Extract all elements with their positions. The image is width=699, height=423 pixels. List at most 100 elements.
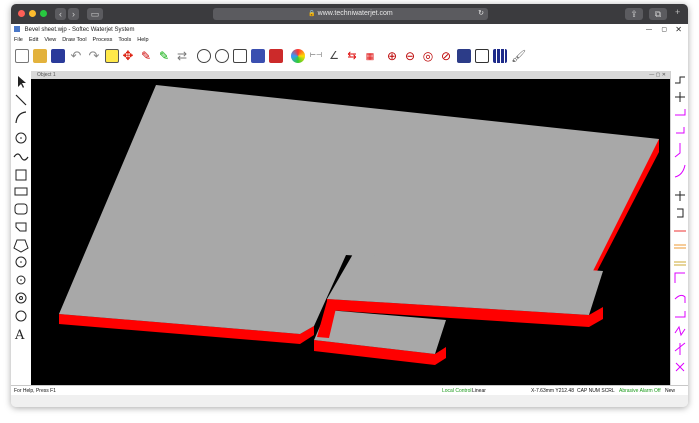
new-tab-icon[interactable]: + <box>675 7 680 17</box>
minimize-button[interactable]: — <box>646 24 652 36</box>
drawing-canvas[interactable]: Object 1 — ▢ ✕ <box>31 71 670 385</box>
main-toolbar: ↶ ↷ ✥ ✎ ✎ ⇄ ⊢⊣ ∠ ⇆ ▦ ⊕ ⊖ ◎ ⊘ 🖌 <box>11 45 688 72</box>
hole-tool-icon[interactable] <box>15 292 27 304</box>
tabs-icon[interactable]: ⧉ <box>649 8 667 20</box>
sidebar-icon[interactable]: ▭ <box>87 8 103 20</box>
redo-icon[interactable]: ↷ <box>87 49 101 63</box>
circle-part-icon[interactable] <box>215 49 229 63</box>
sequence-icon[interactable] <box>677 208 684 218</box>
zoom-out-icon[interactable]: ⊖ <box>403 49 417 63</box>
menu-view[interactable]: View <box>44 37 56 43</box>
angle-icon[interactable]: ∠ <box>327 49 341 63</box>
zoom-window-icon[interactable] <box>40 10 47 17</box>
ellipse2-tool-icon[interactable] <box>16 275 26 285</box>
line-style-yellow-icon[interactable] <box>674 261 686 266</box>
browser-window: ‹ › ▭ 🔒 www.techniwaterjet.com ↻ ⇪ ⧉ + B… <box>11 4 688 407</box>
zoom-in-icon[interactable]: ⊕ <box>385 49 399 63</box>
undo-icon[interactable]: ↶ <box>69 49 83 63</box>
draw-tools-icons: A <box>13 76 29 343</box>
path-order-icon[interactable] <box>674 342 686 355</box>
tab-icon[interactable] <box>674 143 681 158</box>
process-tools-icons <box>674 76 686 372</box>
pen-green-icon[interactable]: ✎ <box>157 49 171 63</box>
lead-out-icon[interactable] <box>675 92 685 102</box>
circle-tool-icon[interactable] <box>15 132 27 144</box>
app-titlebar: Bevel sheet.wjp - Softec Waterjet System… <box>11 24 688 36</box>
zoom-previous-icon[interactable]: ⊘ <box>439 49 453 63</box>
rounded-rect-tool-icon[interactable] <box>14 203 28 215</box>
app-icon <box>14 26 20 32</box>
gear-part-icon[interactable] <box>197 49 211 63</box>
radius-icon[interactable] <box>674 294 686 303</box>
swap-icon[interactable]: ⇄ <box>175 49 189 63</box>
database-icon[interactable] <box>251 49 265 63</box>
lock-icon: 🔒 <box>308 11 316 17</box>
printer-icon[interactable] <box>475 49 489 63</box>
arc3-tool-icon[interactable] <box>15 310 27 322</box>
bevel-icon[interactable] <box>674 164 686 178</box>
rectangle2-tool-icon[interactable] <box>14 187 28 196</box>
document-tab[interactable]: Object 1 — ▢ ✕ <box>31 71 670 79</box>
close-window-icon[interactable] <box>18 10 25 17</box>
polygon-tool-icon[interactable] <box>13 239 29 253</box>
line-style-orange-icon[interactable] <box>674 244 686 249</box>
menu-bar: File Edit View Draw Tool Process Tools Help <box>11 36 688 45</box>
reload-icon[interactable]: ↻ <box>478 8 484 20</box>
menu-tools[interactable]: Tools <box>118 37 131 43</box>
color-wheel-icon[interactable] <box>291 49 305 63</box>
pierce-icon[interactable] <box>675 109 686 116</box>
address-text: www.techniwaterjet.com <box>317 10 393 17</box>
split-icon[interactable] <box>675 362 685 372</box>
process-tools-panel <box>670 71 688 385</box>
ellipse-tool-icon[interactable] <box>15 256 27 268</box>
zoom-window-icon[interactable]: ◎ <box>421 49 435 63</box>
forward-button[interactable]: › <box>68 8 79 20</box>
rectangle-tool-icon[interactable] <box>15 169 27 181</box>
corner-loop-icon[interactable] <box>675 191 685 201</box>
draw-tools-panel: A <box>11 71 32 385</box>
save-icon[interactable] <box>51 49 65 63</box>
menu-process[interactable]: Process <box>93 37 113 43</box>
maximize-button[interactable]: ▢ <box>661 24 667 36</box>
part-view[interactable] <box>31 79 670 385</box>
text-tool-icon[interactable]: A <box>14 328 25 343</box>
nest-icon[interactable]: ▦ <box>363 49 377 63</box>
lead-in-icon[interactable] <box>675 76 685 84</box>
arc-tool-icon[interactable] <box>15 111 27 124</box>
line-tool-icon[interactable] <box>15 94 27 106</box>
document-tab-label: Object 1 <box>37 72 56 78</box>
spline-tool-icon[interactable] <box>13 153 29 161</box>
browser-toolbar: ‹ › ▭ 🔒 www.techniwaterjet.com ↻ ⇪ ⧉ + <box>11 4 688 24</box>
pen-red-icon[interactable]: ✎ <box>139 49 153 63</box>
open-folder-icon[interactable] <box>33 49 47 63</box>
menu-file[interactable]: File <box>14 37 23 43</box>
arrows-icon[interactable]: ⇆ <box>345 49 359 63</box>
brush-icon[interactable]: 🖌 <box>511 49 526 63</box>
address-bar[interactable]: 🔒 www.techniwaterjet.com ↻ <box>213 8 488 20</box>
app-title: Bevel sheet.wjp - Softec Waterjet System <box>24 27 135 33</box>
sheet-icon[interactable] <box>233 49 247 63</box>
svg-text:A: A <box>14 328 25 343</box>
menu-draw-tool[interactable]: Draw Tool <box>62 37 86 43</box>
share-icon[interactable]: ⇪ <box>625 8 643 20</box>
offset-icon[interactable] <box>674 272 685 283</box>
move-icon[interactable]: ✥ <box>121 49 135 63</box>
minimize-window-icon[interactable] <box>29 10 36 17</box>
new-file-icon[interactable] <box>15 49 29 63</box>
microjoint-icon[interactable] <box>674 325 686 337</box>
menu-edit[interactable]: Edit <box>29 37 38 43</box>
back-button[interactable]: ‹ <box>55 8 66 20</box>
kerf-icon[interactable] <box>676 127 685 134</box>
pointer-tool-icon[interactable] <box>18 76 26 88</box>
menu-help[interactable]: Help <box>137 37 148 43</box>
select-box-icon[interactable] <box>105 49 119 63</box>
measure-icon[interactable]: ⊢⊣ <box>309 49 323 63</box>
close-button[interactable]: ✕ <box>675 24 682 36</box>
document-window-controls[interactable]: — ▢ ✕ <box>649 71 666 79</box>
calculator-icon[interactable] <box>457 49 471 63</box>
grid-parts-icon[interactable] <box>269 49 283 63</box>
slot-tool-icon[interactable] <box>15 222 27 232</box>
table-grid-icon[interactable] <box>493 49 507 63</box>
window-bottom <box>11 395 688 407</box>
corner-slow-icon[interactable] <box>675 311 686 318</box>
